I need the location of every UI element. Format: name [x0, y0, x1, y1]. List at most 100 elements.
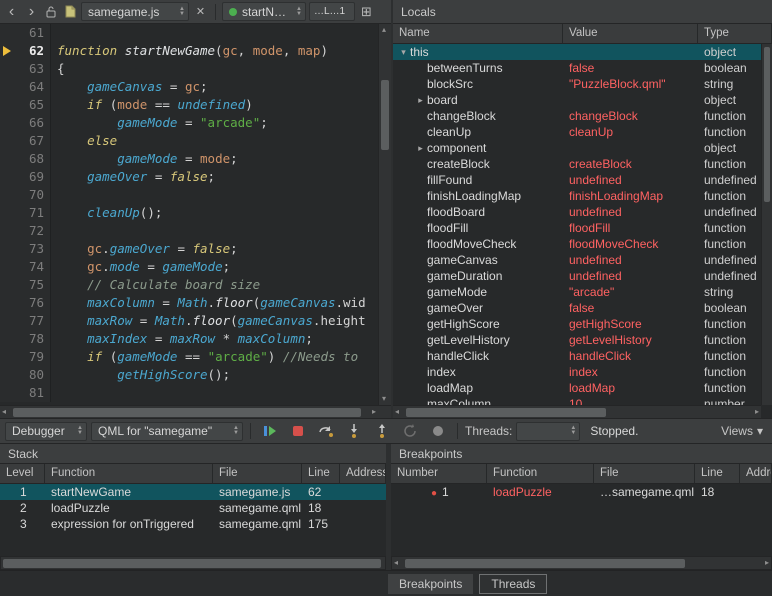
stack-horizontal-scrollbar[interactable]	[0, 556, 386, 570]
locals-row[interactable]: handleClickhandleClickfunction	[393, 348, 761, 364]
line-indicator-dropdown[interactable]: …L…1	[309, 2, 355, 21]
breakpoint-margin[interactable]	[0, 150, 16, 168]
scroll-right-icon[interactable]: ▸	[765, 557, 769, 569]
locals-row[interactable]: finishLoadingMapfinishLoadingMapfunction	[393, 188, 761, 204]
breakpoints-hscroll-handle[interactable]	[405, 559, 685, 568]
locals-row[interactable]: gameMode"arcade"string	[393, 284, 761, 300]
mode-selector-dropdown[interactable]: Debugger ▲▼	[5, 422, 87, 441]
breakpoint-margin[interactable]	[0, 204, 16, 222]
breakpoint-margin[interactable]	[0, 240, 16, 258]
breakpoint-margin[interactable]	[0, 78, 16, 96]
breakpoint-margin[interactable]	[0, 186, 16, 204]
code-area[interactable]: 6162function startNewGame(gc, mode, map)…	[0, 24, 378, 405]
locals-row[interactable]: blockSrc"PuzzleBlock.qml"string	[393, 76, 761, 92]
breakpoint-row[interactable]: ●1loadPuzzle…samegame.qml18	[391, 484, 772, 500]
code-line[interactable]: 68 gameMode = mode;	[0, 150, 378, 168]
editor-vertical-scrollbar[interactable]: ▴ ▾	[378, 24, 391, 405]
code-line[interactable]: 71 cleanUp();	[0, 204, 378, 222]
breakpoint-margin[interactable]	[0, 132, 16, 150]
code-line[interactable]: 70	[0, 186, 378, 204]
scroll-up-icon[interactable]: ▴	[382, 24, 386, 36]
column-header-function[interactable]: Function	[45, 464, 213, 484]
breakpoint-margin[interactable]	[0, 60, 16, 78]
editor-pane[interactable]: 6162function startNewGame(gc, mode, map)…	[0, 24, 391, 418]
locals-row[interactable]: ▸boardobject	[393, 92, 761, 108]
breakpoint-margin[interactable]	[0, 294, 16, 312]
column-header-type[interactable]: Type	[698, 24, 772, 44]
column-header-number[interactable]: Number	[391, 464, 487, 484]
scroll-right-icon[interactable]: ▸	[755, 406, 759, 418]
locals-row[interactable]: cleanUpcleanUpfunction	[393, 124, 761, 140]
expander-icon[interactable]: ▸	[414, 92, 427, 108]
code-line[interactable]: 76 maxColumn = Math.floor(gameCanvas.wid	[0, 294, 378, 312]
code-line[interactable]: 75 // Calculate board size	[0, 276, 378, 294]
step-out-icon[interactable]	[370, 420, 394, 442]
stack-frame-row[interactable]: 2loadPuzzlesamegame.qml18	[0, 500, 386, 516]
code-line[interactable]: 67 else	[0, 132, 378, 150]
locals-row[interactable]: gameDurationundefinedundefined	[393, 268, 761, 284]
code-line[interactable]: 66 gameMode = "arcade";	[0, 114, 378, 132]
code-line[interactable]: 65 if (mode == undefined)	[0, 96, 378, 114]
breakpoint-margin[interactable]	[0, 312, 16, 330]
breakpoint-margin[interactable]	[0, 330, 16, 348]
go-back-button[interactable]: ‹	[3, 2, 20, 22]
locals-row[interactable]: getLevelHistorygetLevelHistoryfunction	[393, 332, 761, 348]
stack-hscroll-handle[interactable]	[3, 559, 381, 568]
column-header-address[interactable]: Address	[740, 464, 772, 484]
locals-row[interactable]: createBlockcreateBlockfunction	[393, 156, 761, 172]
locals-horizontal-scrollbar[interactable]: ◂ ▸	[393, 405, 761, 418]
stack-frame-row[interactable]: 3expression for onTriggeredsamegame.qml1…	[0, 516, 386, 532]
breakpoint-margin[interactable]	[0, 222, 16, 240]
locals-row[interactable]: maxColumn10number	[393, 396, 761, 405]
record-icon[interactable]	[426, 420, 450, 442]
scroll-left-icon[interactable]: ◂	[394, 557, 398, 569]
editor-vscroll-handle[interactable]	[381, 80, 389, 150]
code-line[interactable]: 81	[0, 384, 378, 402]
split-editor-icon[interactable]: ⊞	[358, 2, 375, 22]
breakpoint-margin[interactable]	[0, 96, 16, 114]
scroll-left-icon[interactable]: ◂	[2, 406, 6, 418]
column-header-line[interactable]: Line	[695, 464, 740, 484]
column-header-line[interactable]: Line	[302, 464, 340, 484]
column-header-file[interactable]: File	[594, 464, 695, 484]
code-line[interactable]: 63{	[0, 60, 378, 78]
locals-row[interactable]: floodBoardundefinedundefined	[393, 204, 761, 220]
code-line[interactable]: 74 gc.mode = gameMode;	[0, 258, 378, 276]
code-line[interactable]: 78 maxIndex = maxRow * maxColumn;	[0, 330, 378, 348]
locals-row[interactable]: gameCanvasundefinedundefined	[393, 252, 761, 268]
stack-frame-row[interactable]: 1startNewGamesamegame.js62	[0, 484, 386, 500]
breakpoint-margin[interactable]	[0, 348, 16, 366]
code-line[interactable]: 72	[0, 222, 378, 240]
breakpoint-margin[interactable]	[0, 276, 16, 294]
locals-row[interactable]: fillFoundundefinedundefined	[393, 172, 761, 188]
column-header-function[interactable]: Function	[487, 464, 594, 484]
expander-icon[interactable]: ▾	[397, 44, 410, 60]
step-over-icon[interactable]	[314, 420, 338, 442]
stop-debugger-icon[interactable]	[286, 420, 310, 442]
code-line[interactable]: 80 getHighScore();	[0, 366, 378, 384]
views-dropdown[interactable]: Views ▾	[717, 424, 767, 438]
locals-row[interactable]: betweenTurnsfalseboolean	[393, 60, 761, 76]
locals-row[interactable]: floodFillfloodFillfunction	[393, 220, 761, 236]
column-header-address[interactable]: Address	[340, 464, 386, 484]
locals-row[interactable]: floodMoveCheckfloodMoveCheckfunction	[393, 236, 761, 252]
locals-row[interactable]: getHighScoregetHighScorefunction	[393, 316, 761, 332]
scroll-down-icon[interactable]: ▾	[382, 393, 386, 405]
breakpoint-margin[interactable]	[0, 384, 16, 402]
column-header-file[interactable]: File	[213, 464, 302, 484]
locals-row[interactable]: loadMaploadMapfunction	[393, 380, 761, 396]
locals-row[interactable]: ▾thisobject	[393, 44, 761, 60]
symbol-dropdown[interactable]: startN… ▲▼	[222, 2, 306, 21]
breakpoint-margin[interactable]	[0, 258, 16, 276]
breakpoint-margin[interactable]	[0, 42, 16, 60]
code-line[interactable]: 64 gameCanvas = gc;	[0, 78, 378, 96]
locals-row[interactable]: gameOverfalseboolean	[393, 300, 761, 316]
file-selector-dropdown[interactable]: samegame.js ▲▼	[81, 2, 189, 21]
scroll-left-icon[interactable]: ◂	[395, 406, 399, 418]
tab-breakpoints[interactable]: Breakpoints	[388, 574, 473, 594]
code-line[interactable]: 62function startNewGame(gc, mode, map)	[0, 42, 378, 60]
breakpoint-margin[interactable]	[0, 114, 16, 132]
scroll-right-icon[interactable]: ▸	[372, 406, 376, 418]
code-line[interactable]: 69 gameOver = false;	[0, 168, 378, 186]
code-line[interactable]: 61	[0, 24, 378, 42]
